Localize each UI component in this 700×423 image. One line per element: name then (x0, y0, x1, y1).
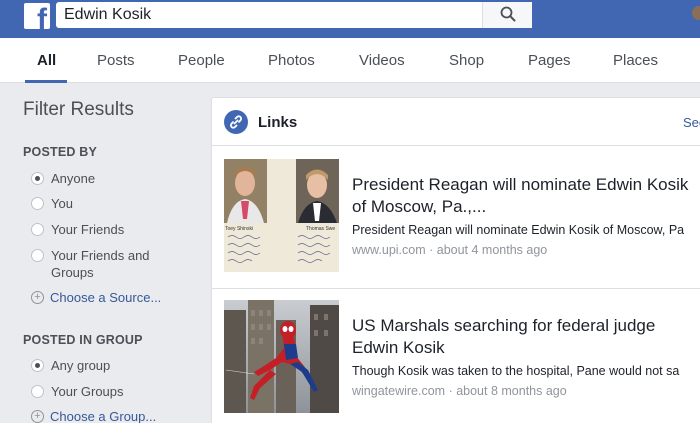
radio-button[interactable] (31, 172, 44, 185)
posted-in-group-heading: POSTED IN GROUP (23, 333, 143, 347)
tab-posts[interactable]: Posts (97, 52, 135, 69)
avatar[interactable] (692, 6, 700, 20)
active-tab-indicator (25, 80, 67, 83)
radio-button[interactable] (31, 223, 44, 236)
filter-results-title: Filter Results (23, 99, 134, 120)
link-icon (224, 110, 248, 134)
tab-shop[interactable]: Shop (449, 52, 484, 69)
search-tabs: All Posts People Photos Videos Shop Page… (0, 38, 700, 83)
links-header: Links See All (212, 98, 700, 146)
radio-label: Your Friends and (51, 248, 150, 263)
choose-group-label: Choose a Group... (50, 409, 157, 423)
tab-photos[interactable]: Photos (268, 52, 315, 69)
result-source[interactable]: www.upi.com (352, 243, 426, 257)
top-navbar: f (0, 0, 700, 38)
result-title-line1[interactable]: US Marshals searching for federal judge (352, 315, 655, 337)
choose-source-label: Choose a Source... (50, 290, 162, 305)
radio-button[interactable] (31, 359, 44, 372)
radio-label: Anyone (51, 171, 96, 186)
plus-icon: + (31, 410, 44, 423)
result-description: Though Kosik was taken to the hospital, … (352, 364, 680, 378)
tab-videos[interactable]: Videos (359, 52, 405, 69)
links-panel: Links See All Toey Shinski (211, 97, 700, 423)
radio-button[interactable] (31, 385, 44, 398)
tab-pages[interactable]: Pages (528, 52, 571, 69)
result-thumbnail[interactable] (224, 300, 339, 413)
facebook-logo-icon[interactable]: f (24, 3, 50, 29)
spider-man-image (224, 300, 339, 413)
radio-label: Any group (51, 358, 111, 373)
result-time: about 8 months ago (456, 384, 567, 398)
result-title-line1[interactable]: President Reagan will nominate Edwin Kos… (352, 174, 688, 196)
result-description: President Reagan will nominate Edwin Kos… (352, 223, 685, 237)
result-divider (212, 288, 700, 289)
result-title-line2[interactable]: Edwin Kosik (352, 337, 445, 359)
logo-letter: f (37, 3, 47, 30)
posted-by-heading: POSTED BY (23, 145, 98, 159)
radio-label: You (51, 196, 73, 211)
links-title: Links (258, 114, 298, 131)
search-icon (500, 6, 516, 22)
radio-button[interactable] (31, 249, 44, 262)
search-input[interactable] (56, 2, 482, 28)
radio-label: Your Friends (51, 222, 125, 237)
tab-places[interactable]: Places (613, 52, 658, 69)
search-box (56, 2, 532, 28)
radio-label: Your Groups (51, 384, 124, 399)
yearbook-photo-image: Toey Shinski Thomas Swe (224, 159, 339, 272)
plus-icon: + (31, 291, 44, 304)
svg-text:Toey Shinski: Toey Shinski (225, 226, 253, 232)
tab-all[interactable]: All (37, 52, 56, 69)
search-button[interactable] (482, 2, 532, 28)
radio-label-line2: Groups (51, 265, 94, 280)
result-title-line2[interactable]: of Moscow, Pa.,... (352, 196, 486, 218)
see-all-link[interactable]: See All (683, 115, 700, 130)
result-meta: wingatewire.com · about 8 months ago (352, 384, 567, 398)
result-time: about 4 months ago (436, 243, 548, 257)
svg-text:Thomas Swe: Thomas Swe (306, 226, 335, 232)
tab-people[interactable]: People (178, 52, 225, 69)
result-source[interactable]: wingatewire.com (352, 384, 445, 398)
result-meta: www.upi.com · about 4 months ago (352, 243, 548, 257)
radio-button[interactable] (31, 197, 44, 210)
result-thumbnail[interactable]: Toey Shinski Thomas Swe (224, 159, 339, 272)
